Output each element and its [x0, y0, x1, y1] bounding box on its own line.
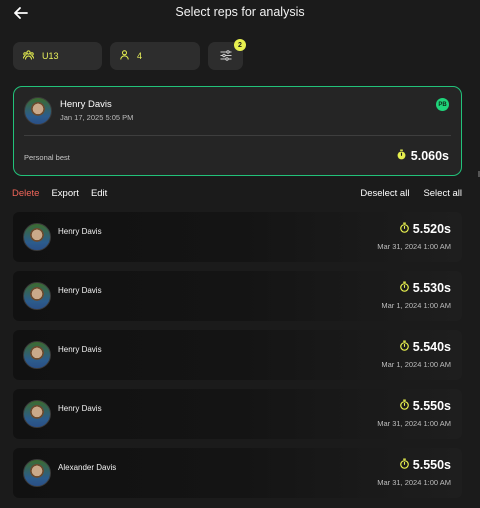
rep-time-value: 5.550s: [412, 458, 451, 472]
sliders-icon: [220, 49, 232, 63]
header: Select reps for analysis: [0, 0, 480, 26]
athlete-count-label: 4: [137, 51, 143, 61]
rep-athlete-name: Henry Davis: [58, 404, 102, 413]
avatar: [24, 97, 52, 125]
rep-date: Mar 1, 2024 1:00 AM: [381, 301, 451, 310]
rep-time: 5.540s: [399, 340, 451, 354]
edit-actions: Delete Export Edit: [12, 188, 107, 199]
rep-card[interactable]: Alexander Davis 5.550s Mar 31, 2024 1:00…: [13, 448, 462, 498]
rep-card[interactable]: Henry Davis 5.540s Mar 1, 2024 1:00 AM: [13, 330, 462, 380]
person-icon: [120, 50, 129, 62]
rep-time-value: 5.550s: [412, 399, 451, 413]
avatar: [23, 459, 51, 487]
pb-label: Personal best: [24, 153, 70, 162]
rep-athlete-name: Henry Davis: [58, 345, 102, 354]
rep-athlete-name: Henry Davis: [58, 286, 102, 295]
avatar: [23, 282, 51, 310]
stopwatch-icon: [399, 458, 410, 472]
avatar: [23, 400, 51, 428]
filter-button[interactable]: 2: [208, 39, 246, 70]
rep-date: Mar 31, 2024 1:00 AM: [377, 419, 451, 428]
rep-card[interactable]: Henry Davis 5.550s Mar 31, 2024 1:00 AM: [13, 389, 462, 439]
rep-athlete-name: Alexander Davis: [58, 463, 117, 472]
pb-time: 5.060s: [396, 149, 449, 163]
avatar: [23, 223, 51, 251]
divider: [24, 135, 451, 136]
rep-time: 5.550s: [399, 458, 451, 472]
pb-athlete-name: Henry Davis: [60, 99, 112, 110]
team-filter-label: U13: [42, 51, 59, 61]
pb-time-value: 5.060s: [410, 149, 449, 163]
rep-date: Mar 31, 2024 1:00 AM: [377, 478, 451, 487]
rep-card[interactable]: Henry Davis 5.530s Mar 1, 2024 1:00 AM: [13, 271, 462, 321]
rep-date: Mar 31, 2024 1:00 AM: [377, 242, 451, 251]
rep-time-value: 5.520s: [412, 222, 451, 236]
team-icon: [23, 50, 34, 62]
rep-time: 5.530s: [399, 281, 451, 295]
rep-time: 5.550s: [399, 399, 451, 413]
pb-badge: PB: [436, 98, 449, 111]
pb-date: Jan 17, 2025 5:05 PM: [60, 113, 134, 122]
rep-time-value: 5.540s: [412, 340, 451, 354]
page-title: Select reps for analysis: [175, 5, 305, 19]
rep-time: 5.520s: [399, 222, 451, 236]
team-filter-chip[interactable]: U13: [13, 42, 102, 70]
rep-date: Mar 1, 2024 1:00 AM: [381, 360, 451, 369]
filter-count-badge: 2: [234, 39, 246, 51]
selection-actions: Deselect all Select all: [360, 188, 462, 199]
stopwatch-icon: [399, 399, 410, 413]
edit-button[interactable]: Edit: [91, 188, 107, 199]
stopwatch-icon: [396, 149, 407, 163]
stopwatch-icon: [399, 281, 410, 295]
deselect-all-button[interactable]: Deselect all: [360, 188, 409, 199]
rep-card[interactable]: Henry Davis 5.520s Mar 31, 2024 1:00 AM: [13, 212, 462, 262]
stopwatch-icon: [399, 340, 410, 354]
athlete-count-chip[interactable]: 4: [110, 42, 200, 70]
rep-athlete-name: Henry Davis: [58, 227, 102, 236]
select-all-button[interactable]: Select all: [423, 188, 462, 199]
delete-button[interactable]: Delete: [12, 188, 39, 199]
rep-time-value: 5.530s: [412, 281, 451, 295]
avatar: [23, 341, 51, 369]
stopwatch-icon: [399, 222, 410, 236]
personal-best-card[interactable]: Henry Davis Jan 17, 2025 5:05 PM PB Pers…: [13, 86, 462, 176]
export-button[interactable]: Export: [51, 188, 78, 199]
